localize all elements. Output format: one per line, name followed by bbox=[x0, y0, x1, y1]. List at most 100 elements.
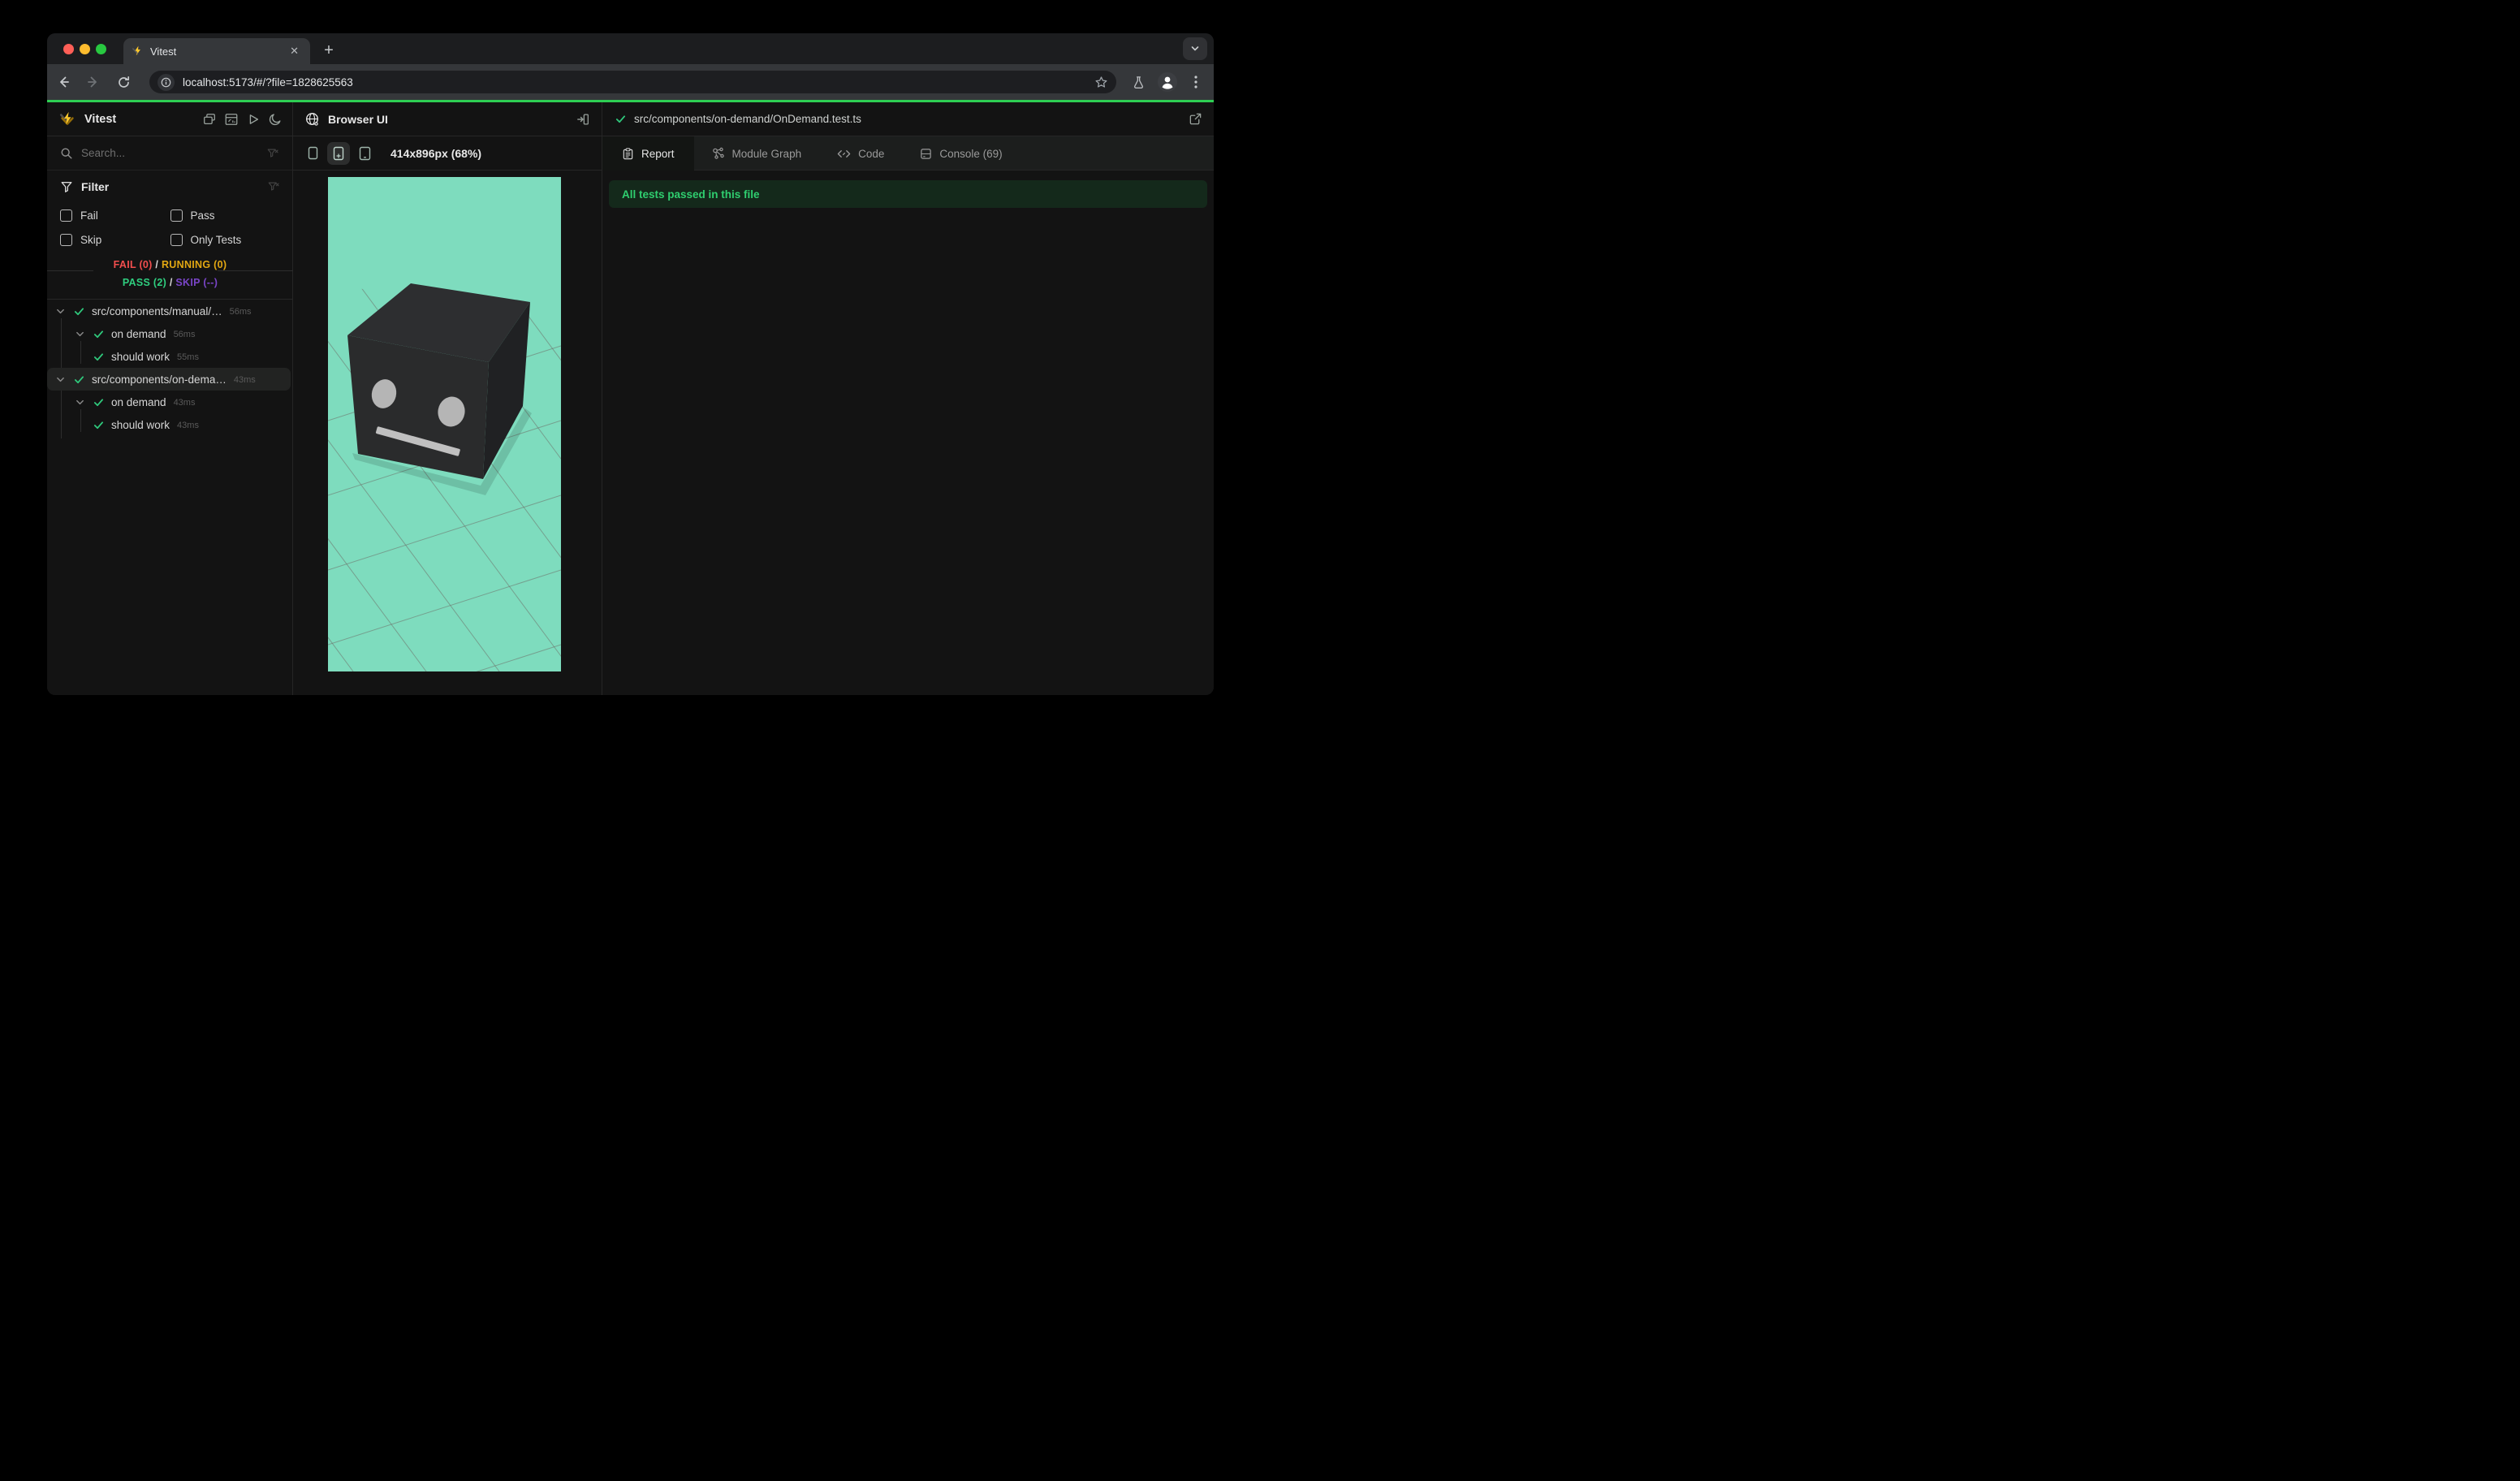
test-label: on demand bbox=[111, 327, 166, 340]
browser-viewport[interactable] bbox=[328, 177, 561, 671]
divider bbox=[47, 270, 93, 271]
report-panel: src/components/on-demand/OnDemand.test.t… bbox=[602, 102, 1214, 695]
device-phone-large-button[interactable] bbox=[327, 141, 350, 165]
tab-title: Vitest bbox=[150, 45, 177, 58]
check-icon bbox=[74, 375, 84, 383]
tab-search-button[interactable] bbox=[1183, 37, 1207, 60]
test-label: should work bbox=[111, 418, 170, 431]
summary-line-1: FAIL (0) / RUNNING (0) bbox=[113, 259, 227, 270]
vitest-ui: Vitest Search... Filter Fail Pass Skip O… bbox=[47, 102, 1214, 695]
report-header: src/components/on-demand/OnDemand.test.t… bbox=[602, 102, 1214, 136]
zoom-window-button[interactable] bbox=[96, 44, 106, 54]
tests-passed-banner: All tests passed in this file bbox=[609, 180, 1207, 208]
test-duration: 55ms bbox=[177, 352, 199, 362]
check-icon bbox=[74, 307, 84, 315]
url-text[interactable]: localhost:5173/#/?file=1828625563 bbox=[183, 76, 1094, 89]
search-bar[interactable]: Search... bbox=[47, 136, 292, 171]
test-tree: src/components/manual/… 56ms on demand 5… bbox=[47, 300, 293, 695]
reload-button[interactable] bbox=[112, 71, 135, 93]
sidebar-header: Vitest bbox=[47, 102, 292, 136]
checkbox-icon[interactable] bbox=[60, 209, 72, 222]
checkbox-icon[interactable] bbox=[170, 234, 183, 246]
clear-search-filter-icon[interactable] bbox=[266, 147, 279, 160]
filter-row-1: Fail Pass bbox=[60, 209, 280, 222]
filter-checkbox-only-tests[interactable]: Only Tests bbox=[170, 234, 281, 246]
browser-menu-icon[interactable] bbox=[1184, 71, 1207, 93]
tab-label: Module Graph bbox=[731, 147, 802, 160]
filter-checkbox-fail[interactable]: Fail bbox=[60, 209, 170, 222]
chevron-down-icon[interactable] bbox=[76, 330, 84, 339]
threejs-cube-scene bbox=[328, 177, 561, 671]
console-icon bbox=[921, 148, 932, 159]
test-file-row[interactable]: src/components/manual/… 56ms bbox=[47, 300, 293, 322]
tab-close-icon[interactable]: ✕ bbox=[287, 45, 302, 58]
profile-avatar[interactable] bbox=[1156, 71, 1179, 93]
close-window-button[interactable] bbox=[63, 44, 74, 54]
device-toolbar: 414x896px (68%) bbox=[293, 136, 602, 171]
code-icon bbox=[837, 149, 851, 158]
clear-filter-icon[interactable] bbox=[267, 180, 280, 193]
test-duration: 43ms bbox=[173, 398, 196, 408]
check-icon bbox=[615, 115, 626, 123]
test-label: on demand bbox=[111, 395, 166, 408]
test-duration: 43ms bbox=[233, 375, 256, 385]
filter-title: Filter bbox=[81, 180, 110, 193]
tab-module-graph[interactable]: Module Graph bbox=[694, 136, 820, 171]
search-placeholder: Search... bbox=[81, 147, 126, 159]
device-phone-small-button[interactable] bbox=[301, 142, 324, 165]
checkbox-icon[interactable] bbox=[170, 209, 183, 222]
dark-mode-moon-icon[interactable] bbox=[268, 112, 283, 127]
new-tab-button[interactable]: + bbox=[318, 40, 339, 61]
browser-toolbar: localhost:5173/#/?file=1828625563 bbox=[47, 64, 1214, 100]
test-duration: 43ms bbox=[177, 421, 199, 430]
back-button[interactable] bbox=[52, 71, 75, 93]
test-file-row-selected[interactable]: src/components/on-dema… 43ms bbox=[47, 368, 291, 391]
banner-text: All tests passed in this file bbox=[622, 188, 760, 201]
test-label: should work bbox=[111, 350, 170, 363]
test-label: src/components/on-dema… bbox=[92, 373, 227, 386]
filter-section-header: Filter bbox=[60, 180, 280, 193]
test-case-row[interactable]: should work 55ms bbox=[47, 345, 293, 368]
tab-label: Report bbox=[641, 147, 675, 160]
tab-label: Code bbox=[858, 147, 885, 160]
filter-checkbox-skip[interactable]: Skip bbox=[60, 234, 170, 246]
checkbox-icon[interactable] bbox=[60, 234, 72, 246]
device-tablet-button[interactable] bbox=[353, 142, 376, 165]
collapse-panels-icon[interactable] bbox=[202, 112, 217, 127]
chevron-down-icon[interactable] bbox=[76, 398, 84, 407]
bookmark-star-icon[interactable] bbox=[1094, 76, 1108, 89]
filter-funnel-icon bbox=[60, 180, 73, 193]
minimize-window-button[interactable] bbox=[80, 44, 90, 54]
search-icon bbox=[60, 147, 73, 160]
run-all-icon[interactable] bbox=[246, 112, 261, 127]
tab-code[interactable]: Code bbox=[819, 136, 902, 171]
open-external-icon[interactable] bbox=[1189, 112, 1202, 126]
test-suite-row[interactable]: on demand 43ms bbox=[47, 391, 293, 413]
test-suite-row[interactable]: on demand 56ms bbox=[47, 322, 293, 345]
filter-row-2: Skip Only Tests bbox=[60, 234, 280, 246]
checkbox-label: Pass bbox=[190, 209, 215, 222]
check-icon bbox=[93, 352, 104, 361]
dashboard-icon[interactable] bbox=[224, 112, 239, 127]
test-summary: FAIL (0) / RUNNING (0) PASS (2) / SKIP (… bbox=[47, 253, 293, 300]
check-icon bbox=[93, 330, 104, 338]
chevron-down-icon bbox=[1191, 46, 1199, 51]
test-sidebar: Vitest Search... Filter Fail Pass Skip O… bbox=[47, 102, 293, 695]
dock-panel-right-icon[interactable] bbox=[576, 112, 590, 127]
checkbox-label: Fail bbox=[80, 209, 98, 222]
browser-tab[interactable]: Vitest ✕ bbox=[123, 38, 310, 64]
site-info-icon[interactable] bbox=[158, 73, 175, 91]
tab-console[interactable]: Console (69) bbox=[902, 136, 1020, 171]
test-label: src/components/manual/… bbox=[92, 304, 222, 317]
filter-checkbox-pass[interactable]: Pass bbox=[170, 209, 281, 222]
chevron-down-icon[interactable] bbox=[56, 375, 65, 384]
test-case-row[interactable]: should work 43ms bbox=[47, 413, 293, 436]
tab-report[interactable]: Report bbox=[602, 136, 694, 171]
checkbox-label: Only Tests bbox=[190, 234, 242, 246]
address-bar[interactable]: localhost:5173/#/?file=1828625563 bbox=[149, 71, 1116, 93]
tab-label: Console (69) bbox=[939, 147, 1003, 160]
forward-button[interactable] bbox=[82, 71, 105, 93]
chevron-down-icon[interactable] bbox=[56, 307, 65, 316]
preview-title: Browser UI bbox=[328, 112, 388, 126]
experiments-flask-icon[interactable] bbox=[1127, 71, 1150, 93]
